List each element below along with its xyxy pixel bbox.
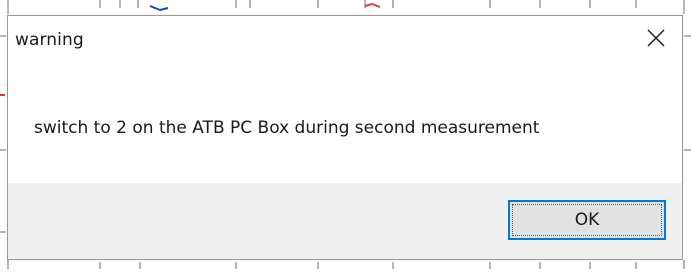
- ok-button-label: OK: [574, 210, 600, 230]
- dialog-button-bar: OK: [8, 183, 682, 259]
- dialog-title: warning: [15, 30, 84, 50]
- dialog-message: switch to 2 on the ATB PC Box during sec…: [34, 118, 540, 138]
- dialog-titlebar[interactable]: warning: [8, 16, 682, 68]
- close-icon: [647, 29, 665, 47]
- warning-dialog: warning switch to 2 on the ATB PC Box du…: [7, 15, 683, 260]
- close-button[interactable]: [630, 16, 682, 60]
- ok-button[interactable]: OK: [508, 200, 666, 240]
- dialog-content: switch to 2 on the ATB PC Box during sec…: [8, 68, 682, 183]
